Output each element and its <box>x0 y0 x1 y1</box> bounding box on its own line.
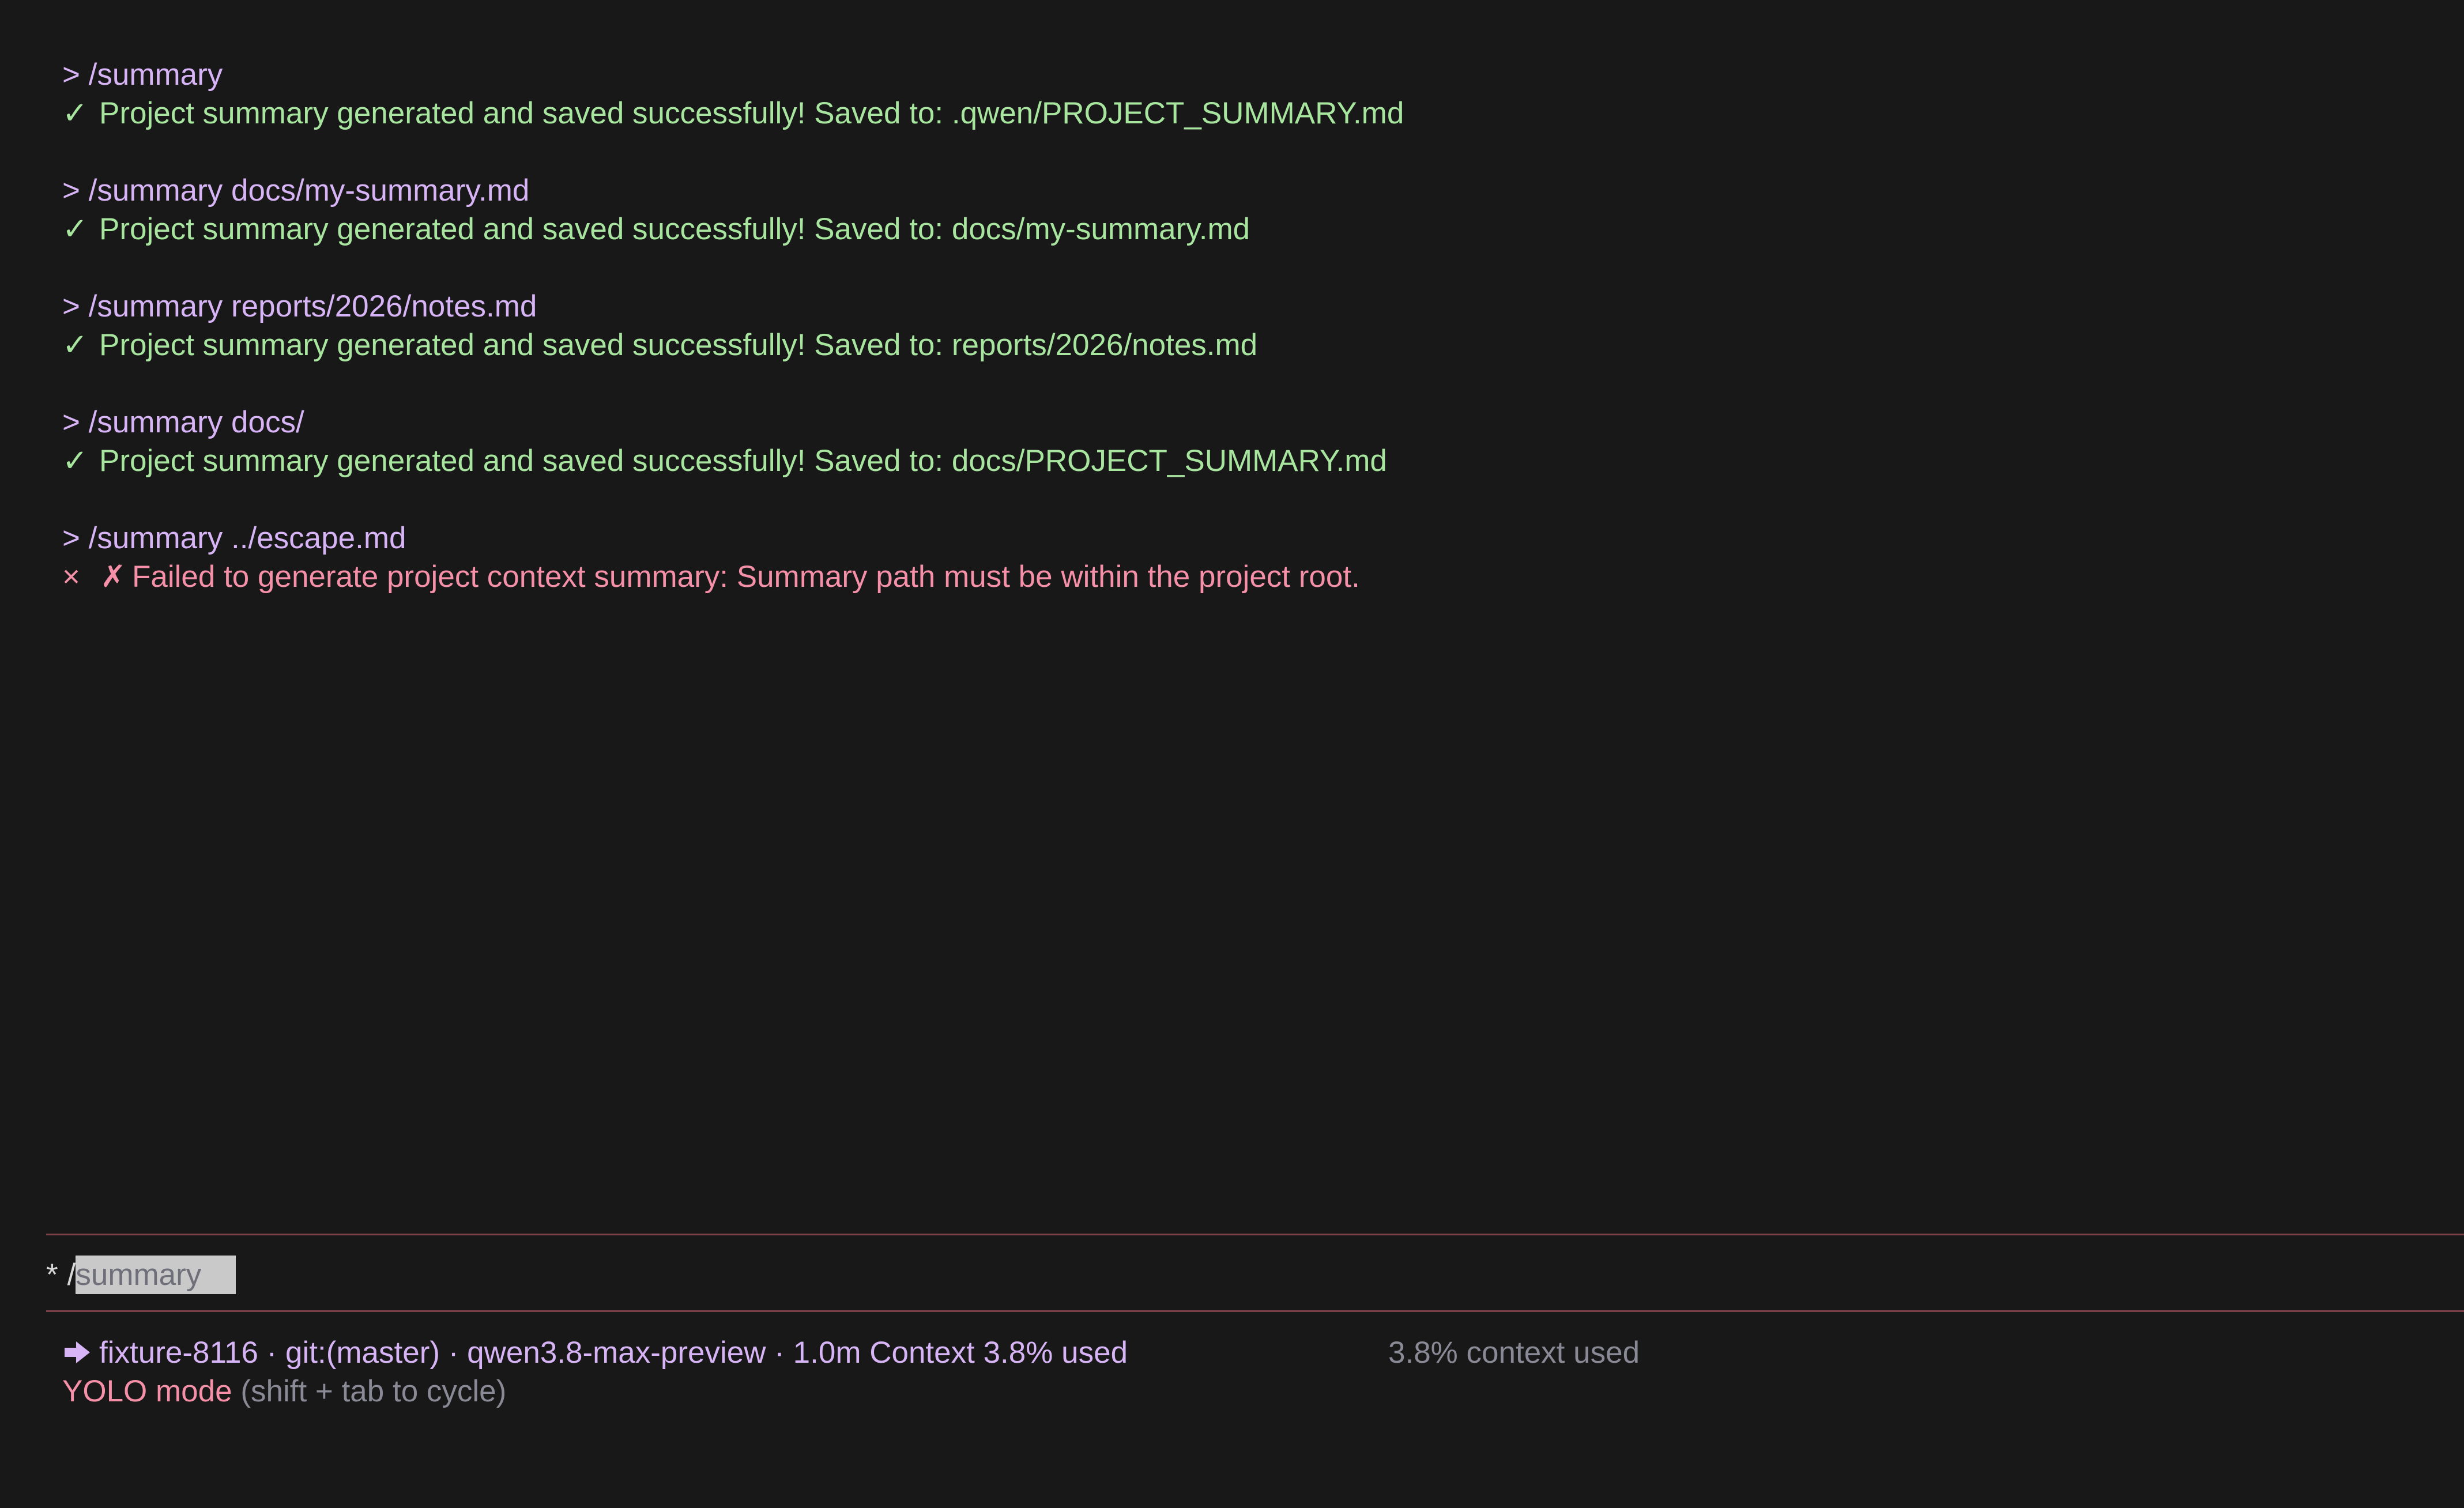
status-info: fixture-8116 · git:(master) · qwen3.8-ma… <box>62 1333 1388 1372</box>
command-line: > /summary ../escape.md <box>62 521 406 555</box>
error-line: × ✗ Failed to generate project context sum… <box>62 557 2406 596</box>
mode-row: YOLO mode (shift + tab to cycle) <box>62 1372 2426 1411</box>
session-info-text: fixture-8116 · git:(master) · qwen3.8-ma… <box>99 1336 1128 1370</box>
input-line[interactable]: * / summary <box>46 1256 236 1294</box>
typed-text[interactable]: / <box>67 1256 76 1294</box>
command-line: > /summary <box>62 58 223 92</box>
prompt-symbol: * <box>46 1258 58 1292</box>
result-line: ✓ Project summary generated and saved suc… <box>62 210 2406 248</box>
result-text: Project summary generated and saved succ… <box>99 328 1258 362</box>
check-icon: ✓ <box>62 212 88 246</box>
input-box[interactable]: * / summary <box>46 1234 2464 1312</box>
close-icon: × <box>62 560 80 594</box>
mode-label: YOLO mode <box>62 1374 232 1408</box>
autocomplete-suggestion: summary <box>76 1256 202 1294</box>
history-entry: > /summary docs/ ✓ Project summary genera… <box>62 403 2406 480</box>
result-text: Project summary generated and saved succ… <box>99 444 1387 478</box>
status-bar: fixture-8116 · git:(master) · qwen3.8-ma… <box>62 1333 2426 1411</box>
result-line: ✓ Project summary generated and saved suc… <box>62 94 2406 133</box>
result-text: Project summary generated and saved succ… <box>99 212 1250 246</box>
check-icon: ✓ <box>62 96 88 130</box>
cross-icon: ✗ <box>100 560 126 594</box>
result-line: ✓ Project summary generated and saved suc… <box>62 442 2406 480</box>
command-line: > /summary docs/ <box>62 405 304 439</box>
status-info-row: fixture-8116 · git:(master) · qwen3.8-ma… <box>62 1333 2426 1372</box>
error-text: Failed to generate project context summa… <box>132 560 1360 594</box>
check-icon: ✓ <box>62 444 88 478</box>
context-usage: 3.8% context used <box>1388 1336 1640 1370</box>
command-line: > /summary reports/2026/notes.md <box>62 289 537 323</box>
command-line: > /summary docs/my-summary.md <box>62 174 530 208</box>
history-entry: > /summary ../escape.md × ✗ Failed to gene… <box>62 519 2406 596</box>
history-entry: > /summary ✓ Project summary generated an… <box>62 55 2406 133</box>
history-entry: > /summary docs/my-summary.md ✓ Project s… <box>62 171 2406 248</box>
result-text: Project summary generated and saved succ… <box>99 96 1404 130</box>
mode-hint: (shift + tab to cycle) <box>240 1374 507 1408</box>
arrow-right-icon <box>65 1341 90 1363</box>
history-entry: > /summary reports/2026/notes.md ✓ Projec… <box>62 287 2406 364</box>
check-icon: ✓ <box>62 328 88 362</box>
conversation-history: > /summary ✓ Project summary generated an… <box>62 55 2406 635</box>
text-cursor <box>201 1256 236 1294</box>
result-line: ✓ Project summary generated and saved suc… <box>62 326 2406 364</box>
